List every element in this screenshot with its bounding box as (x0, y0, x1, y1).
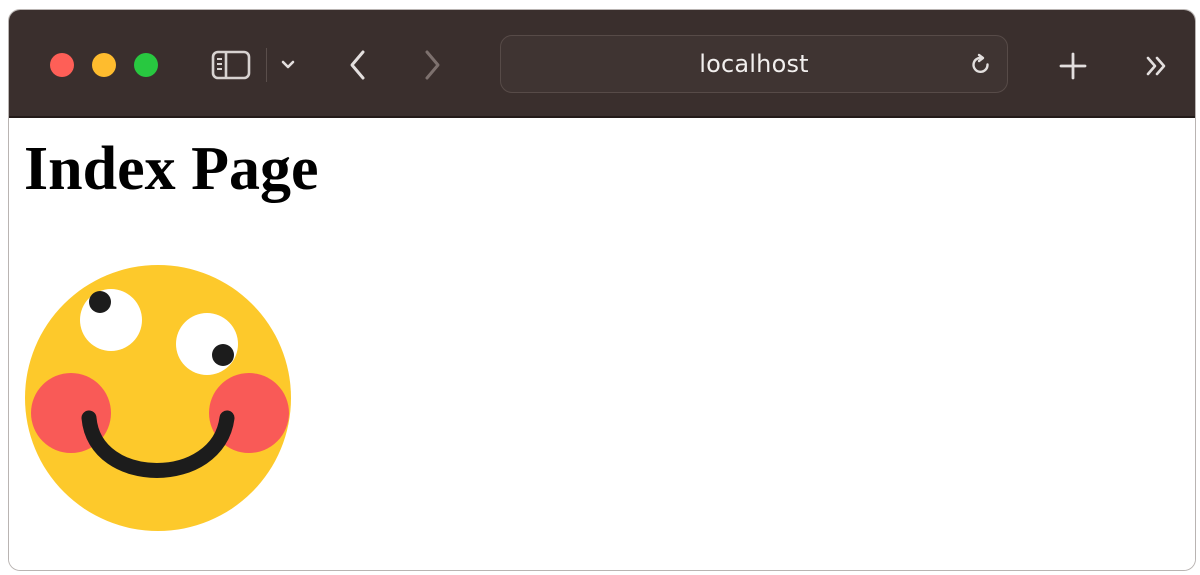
emoji-left-pupil (89, 291, 111, 313)
new-tab-button[interactable] (1053, 46, 1093, 86)
maximize-window-button[interactable] (134, 53, 158, 77)
page-content: Index Page (9, 118, 1195, 570)
chevron-right-icon (425, 50, 440, 80)
tab-group-menu-button[interactable] (275, 52, 301, 78)
chevron-down-icon (281, 60, 295, 69)
back-button[interactable] (339, 46, 377, 84)
reload-icon (972, 53, 989, 74)
browser-window: localhost Index Page (8, 9, 1196, 571)
address-bar[interactable]: localhost (500, 35, 1008, 93)
page-title: Index Page (24, 135, 319, 203)
browser-toolbar: localhost (9, 10, 1195, 118)
plus-icon (1059, 52, 1087, 80)
emoji-left-eye (80, 289, 142, 351)
emoji-right-eye (176, 313, 238, 375)
chevron-left-icon (350, 50, 365, 80)
close-window-button[interactable] (50, 53, 74, 77)
minimize-window-button[interactable] (92, 53, 116, 77)
smiling-face-image (25, 265, 291, 531)
toolbar-divider (266, 48, 267, 82)
emoji-right-pupil (212, 344, 234, 366)
reload-button[interactable] (967, 51, 995, 79)
sidebar-icon (211, 50, 251, 80)
double-chevron-right-icon (1146, 56, 1166, 76)
address-text: localhost (699, 50, 809, 78)
more-tabs-button[interactable] (1139, 48, 1175, 84)
forward-button[interactable] (413, 46, 451, 84)
sidebar-toggle-button[interactable] (207, 48, 255, 82)
